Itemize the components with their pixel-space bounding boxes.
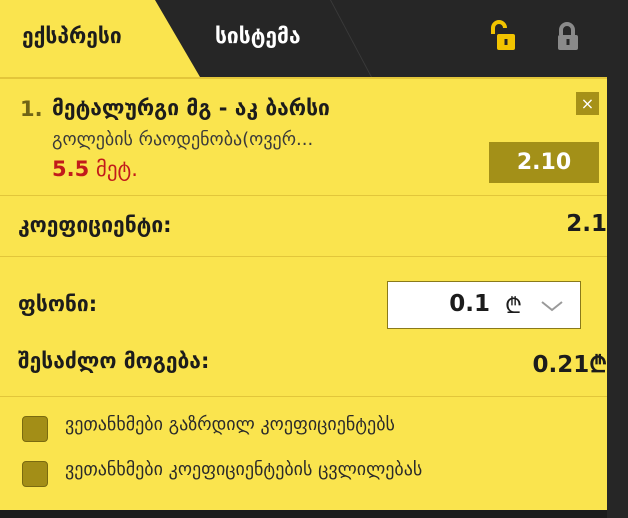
unlock-icon[interactable] xyxy=(487,20,521,54)
event-selection: 5.5 მეტ. xyxy=(52,157,138,181)
lock-icon[interactable] xyxy=(551,20,585,54)
stake-label: ფსონი: xyxy=(18,292,98,316)
stake-currency: ₾ xyxy=(505,294,522,319)
winnings-label: შესაძლო მოგება: xyxy=(18,349,210,373)
stake-input[interactable]: 0.1 ₾ xyxy=(387,281,581,329)
tab-system-label: სისტემა xyxy=(215,24,301,48)
accept-increased-odds-label: ვეთანხმები გაზრდილ კოეფიციენტებს xyxy=(65,414,395,435)
divider xyxy=(0,256,607,257)
stake-value: 0.1 xyxy=(449,291,490,317)
divider xyxy=(0,195,607,196)
tab-system[interactable]: სისტემა xyxy=(200,0,380,77)
event-number: 1. xyxy=(20,97,43,121)
accept-odds-change-label: ვეთანხმები კოეფიციენტების ცვლილებას xyxy=(65,459,423,480)
selection-value: 5.5 xyxy=(52,157,90,181)
event-row: 1. მეტალურგი მგ - აკ ბარსი გოლების რაოდე… xyxy=(0,77,607,196)
right-strip xyxy=(607,0,628,518)
betslip-tabs: ექსპრესი სისტემა xyxy=(0,0,607,77)
close-icon[interactable]: × xyxy=(576,92,599,115)
odds-value: 2.10 xyxy=(489,142,599,183)
chevron-down-icon[interactable] xyxy=(538,292,566,320)
tab-express-label: ექსპრესი xyxy=(22,24,122,48)
coefficient-label: კოეფიციენტი: xyxy=(18,213,172,237)
event-title: მეტალურგი მგ - აკ ბარსი xyxy=(52,96,330,120)
bottom-bar xyxy=(0,510,607,518)
divider xyxy=(0,396,607,397)
event-market: გოლების რაოდენობა(ოვერ... xyxy=(52,129,314,150)
accept-increased-odds-checkbox[interactable] xyxy=(22,416,48,442)
coefficient-value: 2.1 xyxy=(566,211,607,237)
tab-express[interactable]: ექსპრესი xyxy=(0,0,200,77)
selection-suffix: მეტ. xyxy=(95,157,138,181)
accept-odds-change-checkbox[interactable] xyxy=(22,461,48,487)
winnings-value: 0.21₾ xyxy=(532,352,607,378)
